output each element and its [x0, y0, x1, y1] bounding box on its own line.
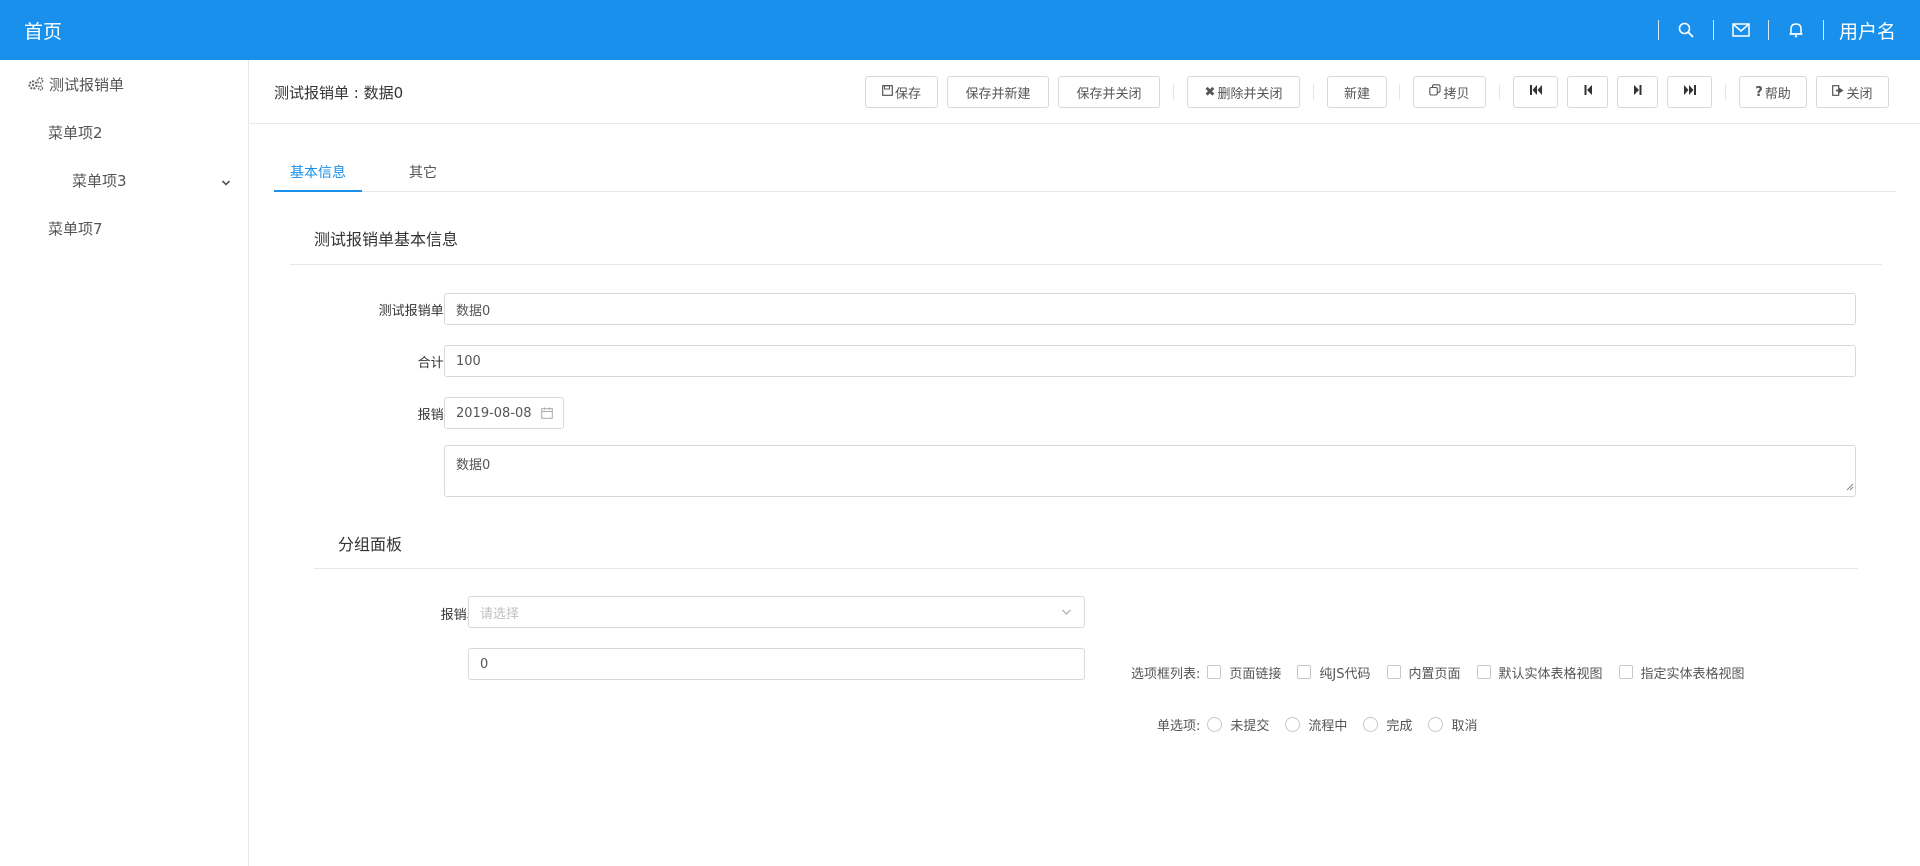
toolbar-separator [1313, 84, 1314, 100]
user-name[interactable]: 用户名 [1839, 17, 1896, 44]
save-icon [882, 84, 893, 100]
checkbox-box[interactable] [1618, 665, 1633, 679]
checkbox-option[interactable]: 默认实体表格视图 [1476, 663, 1603, 682]
checkbox-option[interactable]: 指定实体表格视图 [1618, 663, 1745, 682]
page-toolbar-bar: 测试报销单 : 数据0 保存 保存并新建 保存并关闭 ✖删除并关闭 新建 拷贝 [250, 60, 1920, 124]
mail-icon[interactable] [1729, 18, 1753, 42]
date-picker[interactable]: 2019-08-08 [444, 397, 564, 429]
toolbar-separator [1173, 84, 1174, 100]
checkbox-box[interactable] [1386, 665, 1401, 679]
status-placeholder: 请选择 [480, 606, 520, 622]
copy-button[interactable]: 拷贝 [1413, 76, 1486, 108]
save-and-close-button[interactable]: 保存并关闭 [1058, 76, 1160, 108]
delete-and-close-button[interactable]: ✖ 删除并关闭 [1187, 76, 1300, 108]
section-divider [290, 264, 1882, 265]
remark-textarea[interactable]: 数据0 [444, 445, 1856, 497]
sidebar-item-label: 菜单项3 [72, 171, 127, 190]
header-separator [1767, 20, 1769, 40]
first-record-button[interactable] [1513, 76, 1558, 108]
remark-value: 数据0 [456, 458, 491, 473]
tab-other[interactable]: 其它 [409, 162, 437, 182]
yesno-input[interactable]: 0 [468, 648, 1085, 680]
group-divider [314, 568, 1858, 569]
checkbox-option[interactable]: 内置页面 [1386, 663, 1461, 682]
question-icon: ? [1755, 84, 1763, 100]
sidebar-item-report[interactable]: 测试报销单 [0, 60, 249, 108]
radio-circle[interactable] [1207, 716, 1223, 732]
radio-option[interactable]: 未提交 [1207, 715, 1269, 734]
new-button[interactable]: 新建 [1327, 76, 1387, 108]
delete-icon: ✖ [1204, 84, 1216, 100]
status-select[interactable]: 请选择 [468, 596, 1085, 628]
last-record-icon [1683, 84, 1697, 100]
sidebar-item-label: 菜单项7 [48, 219, 103, 238]
main-content: 测试报销单 : 数据0 保存 保存并新建 保存并关闭 ✖删除并关闭 新建 拷贝 [250, 60, 1920, 866]
page-title: 测试报销单 : 数据0 [274, 84, 404, 102]
sidebar-item-label: 菜单项2 [48, 123, 103, 142]
checkbox-box[interactable] [1207, 665, 1222, 679]
checkbox-box[interactable] [1476, 665, 1491, 679]
header-actions: 用户名 [1643, 0, 1896, 60]
search-icon[interactable] [1674, 18, 1698, 42]
radio-circle[interactable] [1428, 716, 1444, 732]
home-link[interactable]: 首页 [24, 17, 62, 44]
date-value: 2019-08-08 [456, 405, 532, 421]
next-record-button[interactable] [1617, 76, 1658, 108]
chevron-down-icon[interactable] [221, 173, 231, 191]
radio-circle[interactable] [1363, 716, 1379, 732]
prev-record-icon [1583, 84, 1593, 100]
close-button[interactable]: 关闭 [1816, 76, 1889, 108]
radio-group-label: 单选项: [1157, 718, 1201, 734]
radio-option[interactable]: 完成 [1363, 715, 1412, 734]
save-and-new-button[interactable]: 保存并新建 [947, 76, 1049, 108]
next-record-icon [1633, 84, 1643, 100]
checkbox-option[interactable]: 页面链接 [1207, 663, 1281, 682]
header-separator [1822, 20, 1824, 40]
radio-group: 单选项: 未提交 流程中 完成 取消 [1157, 715, 1477, 734]
amount-input[interactable]: 100 [444, 345, 1856, 377]
toolbar-separator [1399, 84, 1400, 100]
calendar-icon[interactable] [540, 407, 553, 419]
last-record-button[interactable] [1667, 76, 1712, 108]
sidebar: 测试报销单 菜单项2 菜单项3 菜单项7 [0, 60, 249, 866]
toolbar-left: 保存 保存并新建 保存并关闭 ✖ 删除并关闭 新建 拷贝 ? 帮助 关闭 [865, 76, 1889, 108]
toolbar-separator [1725, 84, 1726, 100]
sidebar-item-menu3[interactable]: 菜单项3 [0, 156, 249, 204]
resize-handle-icon[interactable] [1846, 480, 1854, 495]
prev-record-button[interactable] [1567, 76, 1608, 108]
header-separator [1712, 20, 1714, 40]
name-input[interactable]: 数据0 [444, 293, 1856, 325]
bell-icon[interactable] [1784, 18, 1808, 42]
chevron-down-icon [1061, 608, 1072, 616]
radio-circle[interactable] [1285, 716, 1301, 732]
sidebar-item-menu7[interactable]: 菜单项7 [0, 204, 249, 252]
basic-info-title: 测试报销单基本信息 [314, 230, 459, 249]
sidebar-item-menu2[interactable]: 菜单项2 [0, 108, 249, 156]
radio-option[interactable]: 取消 [1428, 715, 1477, 734]
tab-basic-info[interactable]: 基本信息 [290, 162, 346, 182]
first-record-icon [1529, 84, 1543, 100]
exit-icon [1832, 84, 1844, 100]
radio-option[interactable]: 流程中 [1285, 715, 1347, 734]
checkbox-list-label: 选项框列表: [1131, 666, 1201, 682]
copy-icon [1429, 84, 1442, 100]
group-panel-title: 分组面板 [338, 535, 403, 554]
tab-active-indicator [274, 190, 362, 192]
help-button[interactable]: ? 帮助 [1739, 76, 1807, 108]
top-header: 首页 用户名 [0, 0, 1920, 60]
checkbox-list: 选项框列表: 页面链接 纯JS代码 内置页面 默认实体表格视图 指定实体表格视图 [1131, 663, 1745, 682]
tab-bar: 基本信息 其它 [274, 148, 1896, 192]
sidebar-item-label: 测试报销单 [49, 75, 125, 94]
save-button[interactable]: 保存 [865, 76, 938, 108]
toolbar-separator [1499, 84, 1500, 100]
header-separator [1657, 20, 1659, 40]
checkbox-box[interactable] [1297, 665, 1312, 679]
gears-icon [27, 75, 45, 93]
checkbox-option[interactable]: 纯JS代码 [1297, 663, 1371, 682]
